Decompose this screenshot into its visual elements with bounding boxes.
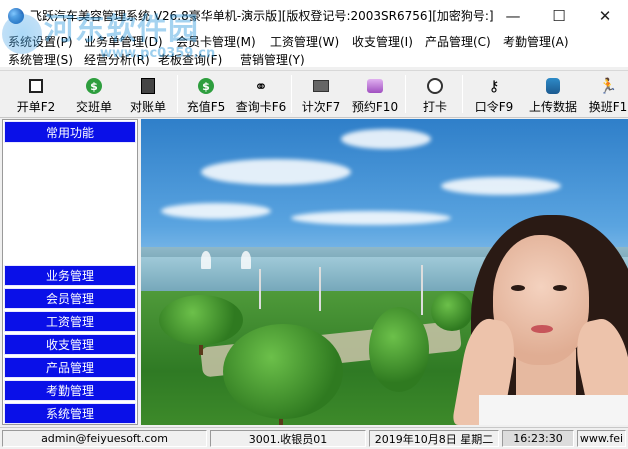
open-order-label: 开单F2 [16,100,56,114]
sidebar-item-products[interactable]: 产品管理 [4,357,136,378]
binoculars-icon: ⚭ [254,76,268,96]
menu-member-cards[interactable]: 会员卡管理(M) [176,33,256,50]
open-order-button[interactable]: 开单F2 [8,71,64,117]
toolbar-separator [462,75,463,113]
menu-bar-row-2: 系统管理(S) 经营分析(R) 老板查询(F) 营销管理(Y) [0,49,628,67]
key-icon: ⚷ [488,77,500,95]
money-bag-icon: $ [196,77,216,95]
shift-handover-label: 交班单 [75,100,112,114]
menu-bar-row-1: 系统设置(P) 业务单管理(D) 会员卡管理(M) 工资管理(W) 收支管理(I… [0,31,628,49]
tree [369,307,429,392]
count-label: 计次F7 [301,100,341,114]
eye [553,285,567,291]
cloud [201,159,351,185]
cloud [441,177,561,195]
menu-business-orders[interactable]: 业务单管理(D) [84,33,163,50]
app-icon [8,8,24,24]
sidebar-item-system[interactable]: 系统管理 [4,403,136,424]
lamp-post [259,269,261,309]
toolbar-separator [405,75,406,113]
shift-handover-button[interactable]: $ 交班单 [66,71,122,117]
sidebar-item-income-expense[interactable]: 收支管理 [4,334,136,355]
cloud [161,203,271,219]
query-card-label: 查询卡F6 [235,100,287,114]
cloud [291,211,451,225]
status-bar: admin@feiyuesoft.com 3001.收银员01 2019年10月… [0,427,628,449]
sidebar-item-business[interactable]: 业务管理 [4,265,136,286]
lamp-post [421,265,423,315]
toolbar: 开单F2 $ 交班单 对账单 $ 充值F5 ⚭ 查询卡F6 计次F7 预约F10… [0,70,628,118]
statement-button[interactable]: 对账单 [120,71,176,117]
fountain [201,251,211,269]
welcome-background-image [141,119,628,425]
appointment-button[interactable]: 预约F10 [348,71,402,117]
tree [223,324,343,419]
toolbar-separator [291,75,292,113]
menu-payroll[interactable]: 工资管理(W) [270,33,339,50]
clock-in-button[interactable]: 打卡 [412,71,458,117]
clock-icon [425,77,445,95]
status-website: www.fei [577,430,626,447]
common-functions-header[interactable]: 常用功能 [4,121,136,143]
menu-boss-query[interactable]: 老板查询(F) [158,51,222,68]
sidebar-item-attendance[interactable]: 考勤管理 [4,380,136,401]
status-time: 16:23:30 [502,430,574,447]
status-email: admin@feiyuesoft.com [2,430,207,447]
recharge-label: 充值F5 [186,100,226,114]
window-title: 飞跃汽车美容管理系统 V26.8豪华单机-演示版][版权登记号:2003SR67… [30,9,494,23]
recharge-button[interactable]: $ 充值F5 [180,71,232,117]
database-icon [543,77,563,95]
upload-data-label: 上传数据 [528,100,577,114]
appointment-label: 预约F10 [351,100,399,114]
password-label: 口令F9 [474,100,514,114]
tree [159,295,243,345]
status-date: 2019年10月8日 星期二 [369,430,499,447]
menu-products[interactable]: 产品管理(C) [425,33,491,50]
minimize-button[interactable]: — [490,0,536,31]
query-card-button[interactable]: ⚭ 查询卡F6 [234,71,288,117]
tree [431,291,473,331]
eye [511,285,525,291]
menu-system-management[interactable]: 系统管理(S) [8,51,73,68]
menu-income-expense[interactable]: 收支管理(I) [352,33,413,50]
money-bag-icon: $ [84,77,104,95]
appointment-icon [365,77,385,95]
close-button[interactable]: ✕ [582,0,628,31]
fountain [241,251,251,269]
maximize-button[interactable]: ☐ [536,0,582,31]
counter-icon [311,77,331,95]
cloud [341,129,431,149]
menu-system-settings[interactable]: 系统设置(P) [8,33,73,50]
upload-data-button[interactable]: 上传数据 [524,71,582,117]
lamp-post [319,267,321,311]
woman-shirt [479,395,628,425]
password-button[interactable]: ⚷ 口令F9 [468,71,520,117]
runner-icon: 🏃 [598,77,618,95]
clock-in-label: 打卡 [422,100,447,114]
calculator-icon [138,77,158,95]
status-cashier: 3001.收银员01 [210,430,366,447]
title-bar: 飞跃汽车美容管理系统 V26.8豪华单机-演示版][版权登记号:2003SR67… [0,0,628,31]
sidebar-item-members[interactable]: 会员管理 [4,288,136,309]
sidebar-item-payroll[interactable]: 工资管理 [4,311,136,332]
toolbar-separator [177,75,178,113]
change-shift-label: 换班F1 [588,100,628,114]
menu-marketing[interactable]: 营销管理(Y) [240,51,305,68]
document-icon [26,77,46,95]
function-sidebar: 常用功能 业务管理 会员管理 工资管理 收支管理 产品管理 考勤管理 系统管理 [2,119,138,425]
menu-attendance[interactable]: 考勤管理(A) [503,33,569,50]
lips [531,325,553,333]
count-button[interactable]: 计次F7 [296,71,346,117]
statement-label: 对账单 [129,100,166,114]
change-shift-button[interactable]: 🏃 换班F1 [588,71,628,117]
menu-business-analysis[interactable]: 经营分析(R) [84,51,150,68]
